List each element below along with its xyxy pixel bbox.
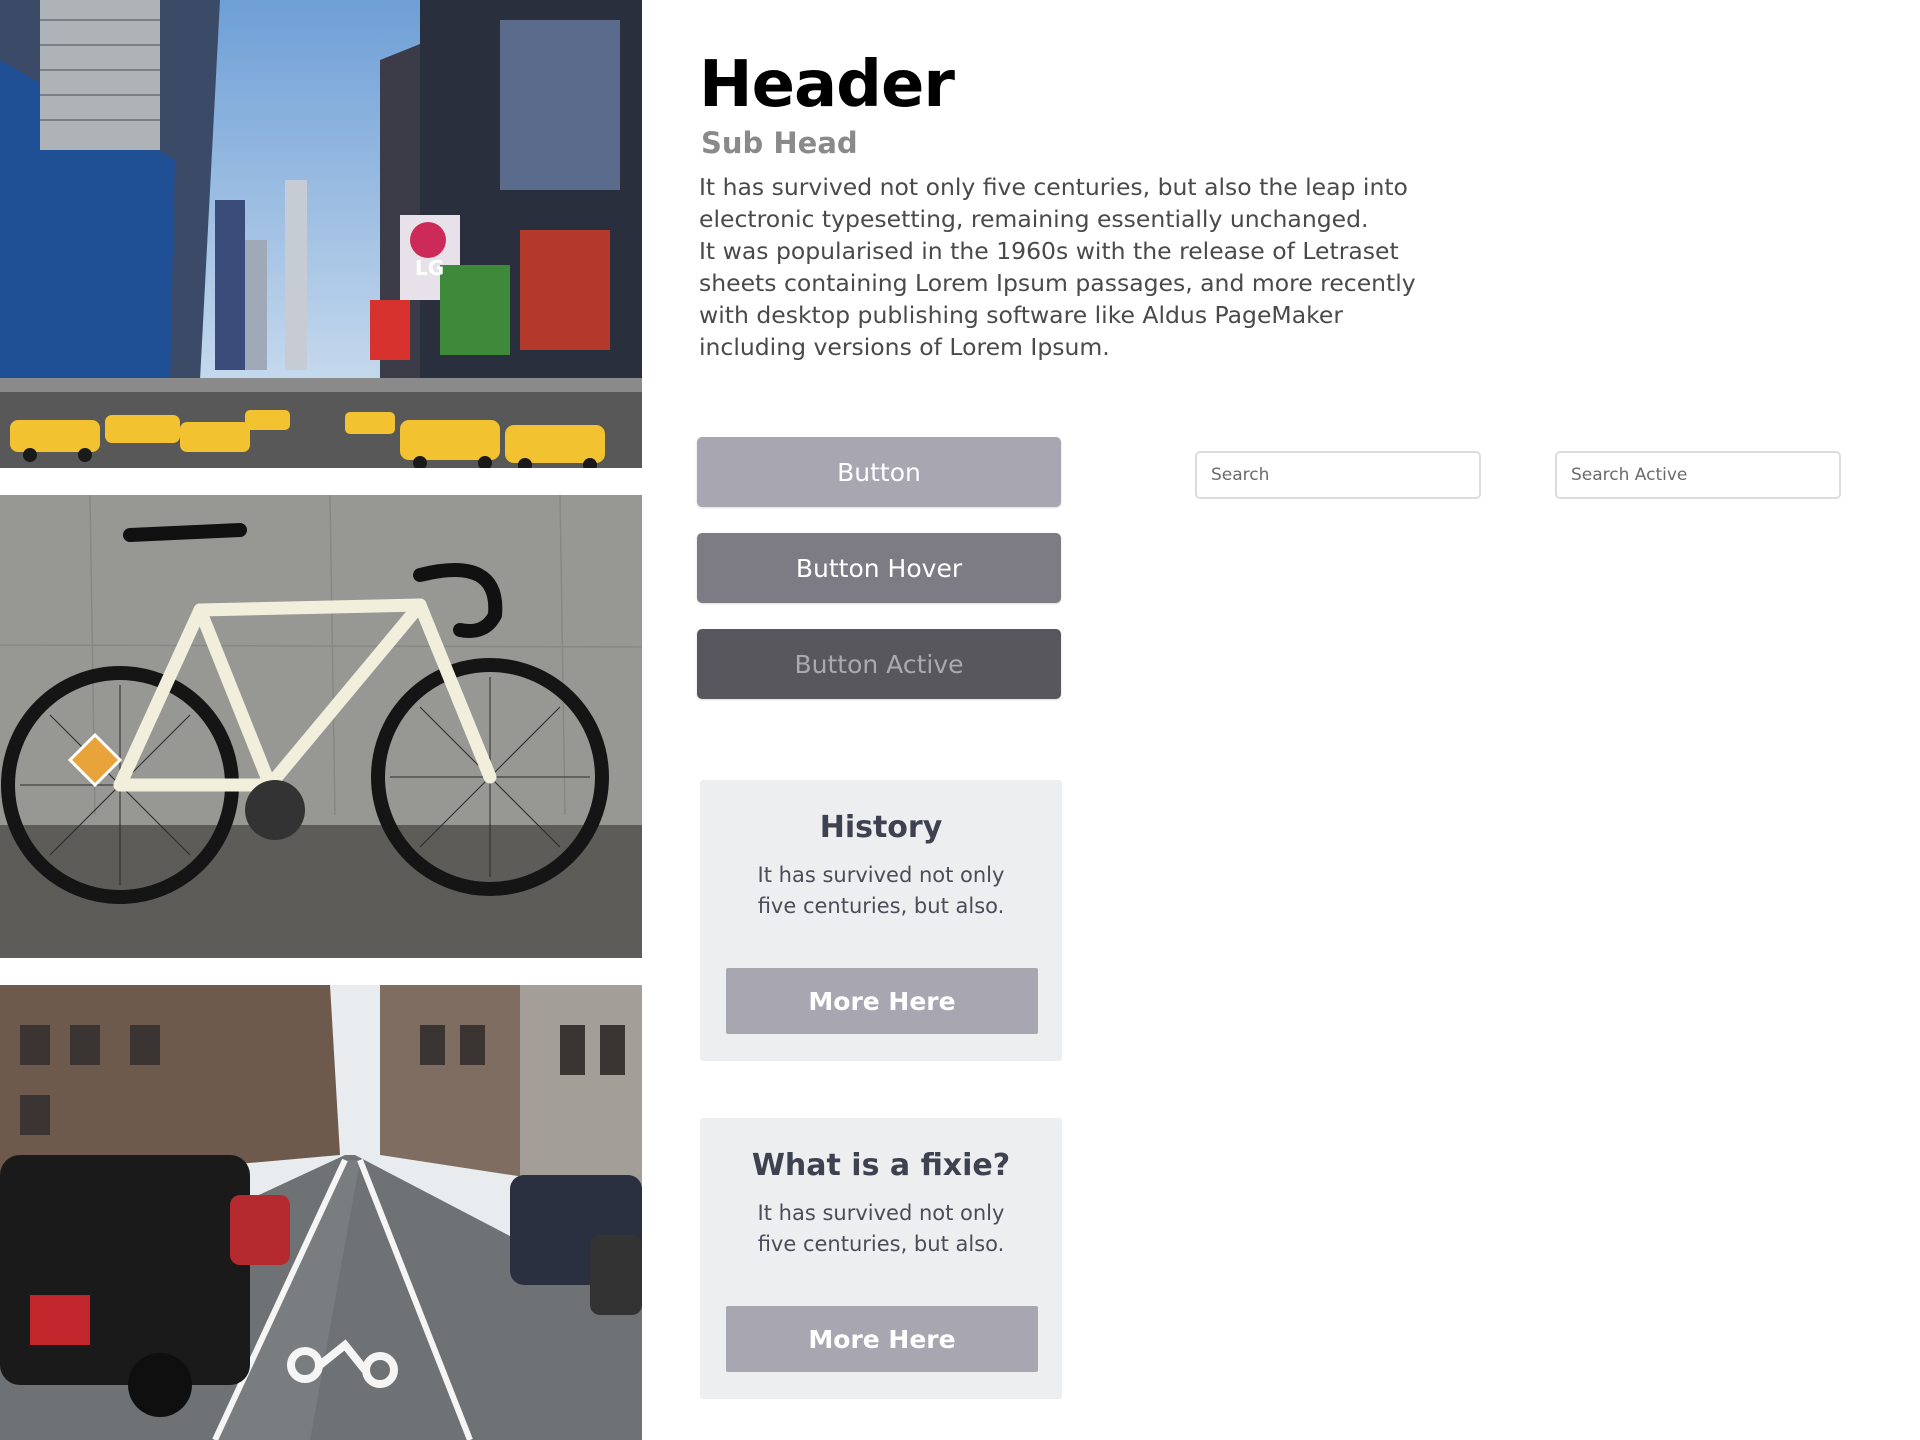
fixie-card: What is a fixie? It has survived not onl… <box>700 1118 1062 1399</box>
intro-text: It has survived not only five centuries,… <box>699 171 1419 363</box>
card-title: History <box>819 810 943 845</box>
more-here-button[interactable]: More Here <box>726 1306 1038 1372</box>
button-hover[interactable]: Button Hover <box>697 533 1061 603</box>
card-text: It has survived not only five centuries,… <box>757 1201 1005 1256</box>
page-subtitle: Sub Head <box>701 126 858 160</box>
button-default[interactable]: Button <box>697 437 1061 507</box>
card-text: It has survived not only five centuries,… <box>757 863 1005 918</box>
search-input[interactable]: Search <box>1195 451 1481 499</box>
page-title: Header <box>699 48 955 122</box>
search-input-active[interactable]: Search Active <box>1555 451 1841 499</box>
city-street-photo: LG <box>0 0 642 468</box>
lg-sign-text: LG <box>415 256 444 280</box>
history-card: History It has survived not only five ce… <box>700 780 1062 1061</box>
intro-paragraph-1: It has survived not only five centuries,… <box>699 173 1408 233</box>
bike-lane-street-photo <box>0 985 642 1440</box>
fixie-bike-photo <box>0 495 642 958</box>
button-active[interactable]: Button Active <box>697 629 1061 699</box>
more-here-button[interactable]: More Here <box>726 968 1038 1034</box>
intro-paragraph-2: It was popularised in the 1960s with the… <box>699 237 1416 361</box>
card-title: What is a fixie? <box>751 1148 1011 1183</box>
